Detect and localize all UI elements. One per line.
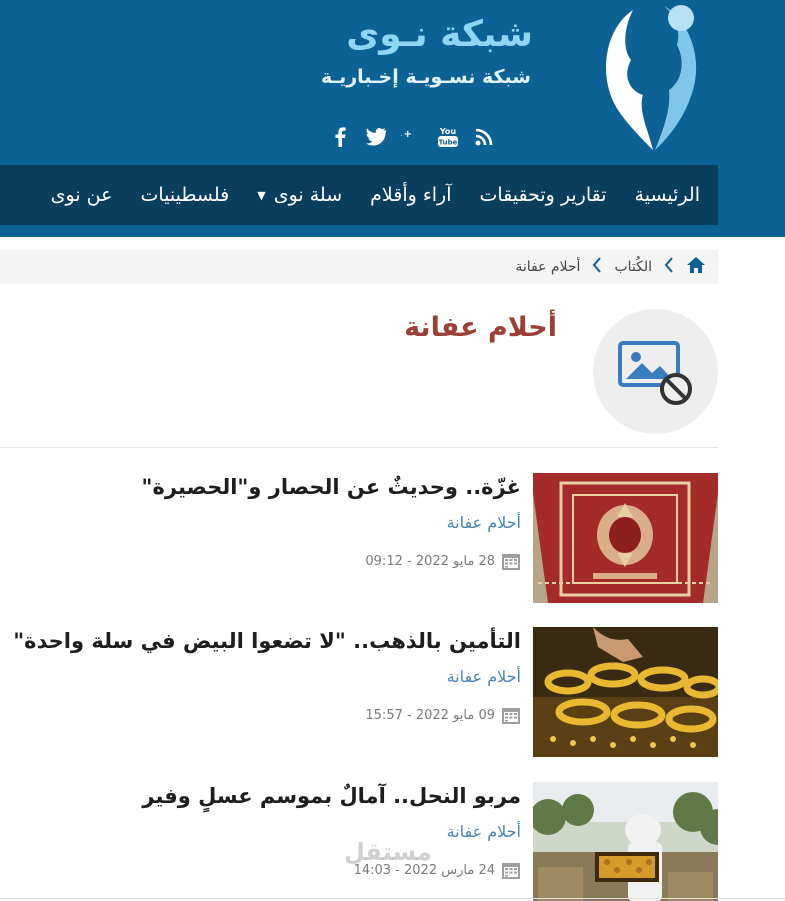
- social-links: You Tube g+: [329, 126, 495, 148]
- article-thumbnail-carpet[interactable]: [533, 473, 718, 603]
- svg-text:Tube: Tube: [439, 139, 458, 147]
- article-date: 09 مايو 2022 - 15:57: [365, 705, 521, 725]
- article-date: 28 مايو 2022 - 09:12: [365, 551, 521, 571]
- article-thumbnail-beekeeper[interactable]: [533, 782, 718, 901]
- article-title[interactable]: التأمين بالذهب.. "لا تضعوا البيض في سلة …: [13, 629, 521, 653]
- nav-item-label: فلسطينيات: [140, 184, 230, 206]
- svg-text:g: g: [401, 128, 402, 147]
- facebook-icon[interactable]: [329, 126, 351, 148]
- nav-item-label: سلة نوى: [273, 184, 343, 206]
- divider: [0, 447, 718, 448]
- divider: [0, 898, 785, 899]
- article-thumbnail-gold[interactable]: [533, 627, 718, 757]
- article-item: التأمين بالذهب.. "لا تضعوا البيض في سلة …: [0, 627, 718, 757]
- article-item: غزّة.. وحديثٌ عن الحصار و"الحصيرة" أحلام…: [0, 473, 718, 603]
- nav-item-label: آراء وأقلام: [370, 184, 452, 206]
- breadcrumb-current: أحلام عفانة: [515, 259, 581, 275]
- svg-text:+: +: [404, 129, 412, 140]
- nav-item-palestinians[interactable]: فلسطينيات: [140, 184, 229, 206]
- svg-text:You: You: [439, 127, 457, 136]
- nav-item-about[interactable]: عن نوى: [51, 184, 113, 206]
- nav-item-label: عن نوى: [50, 184, 113, 206]
- breadcrumb: الكُتاب أحلام عفانة: [0, 250, 718, 284]
- article-title[interactable]: غزّة.. وحديثٌ عن الحصار و"الحصيرة": [142, 475, 521, 499]
- article-date-text: 28 مايو 2022 - 09:12: [365, 553, 495, 569]
- article-author-link[interactable]: أحلام عفانة: [447, 667, 521, 686]
- breadcrumb-writers-link[interactable]: الكُتاب: [614, 259, 652, 275]
- brand-title: شبكة نـوى: [346, 14, 533, 55]
- nav-item-nawa-basket[interactable]: سلة نوى ▼: [257, 184, 342, 206]
- watermark: مستقل: [344, 838, 432, 866]
- no-image-icon: [617, 340, 692, 405]
- logo-woman-profile-icon: [606, 5, 697, 150]
- chevron-left-icon: [592, 257, 602, 277]
- main-nav: الرئيسية تقارير وتحقيقات آراء وأقلام سلة…: [0, 165, 718, 225]
- brand-subtitle: شبكة نسـويـة إخـباريـة: [321, 66, 531, 88]
- article-date-text: 09 مايو 2022 - 15:57: [365, 707, 495, 723]
- chevron-down-icon: ▼: [257, 188, 266, 202]
- youtube-icon[interactable]: You Tube: [437, 126, 459, 148]
- calendar-icon: [502, 708, 520, 724]
- nav-item-reports[interactable]: تقارير وتحقيقات: [480, 184, 607, 206]
- article-title[interactable]: مربو النحل.. آمالٌ بموسم عسلٍ وفير: [142, 784, 521, 808]
- article-author-link[interactable]: أحلام عفانة: [447, 822, 521, 841]
- home-icon[interactable]: [686, 256, 706, 278]
- nav-item-home[interactable]: الرئيسية: [635, 184, 700, 206]
- author-name: أحلام عفانة: [404, 312, 557, 343]
- author-avatar: [593, 309, 718, 434]
- calendar-icon: [502, 554, 520, 570]
- calendar-icon: [502, 863, 520, 879]
- twitter-icon[interactable]: [365, 126, 387, 148]
- nav-item-label: الرئيسية: [634, 184, 700, 206]
- rss-icon[interactable]: [473, 126, 495, 148]
- article-author-link[interactable]: أحلام عفانة: [447, 513, 521, 532]
- nav-item-label: تقارير وتحقيقات: [479, 184, 607, 206]
- site-logo[interactable]: [593, 0, 713, 160]
- nav-item-opinions[interactable]: آراء وأقلام: [370, 184, 451, 206]
- google-plus-icon[interactable]: g+: [401, 126, 423, 148]
- chevron-left-icon: [664, 257, 674, 277]
